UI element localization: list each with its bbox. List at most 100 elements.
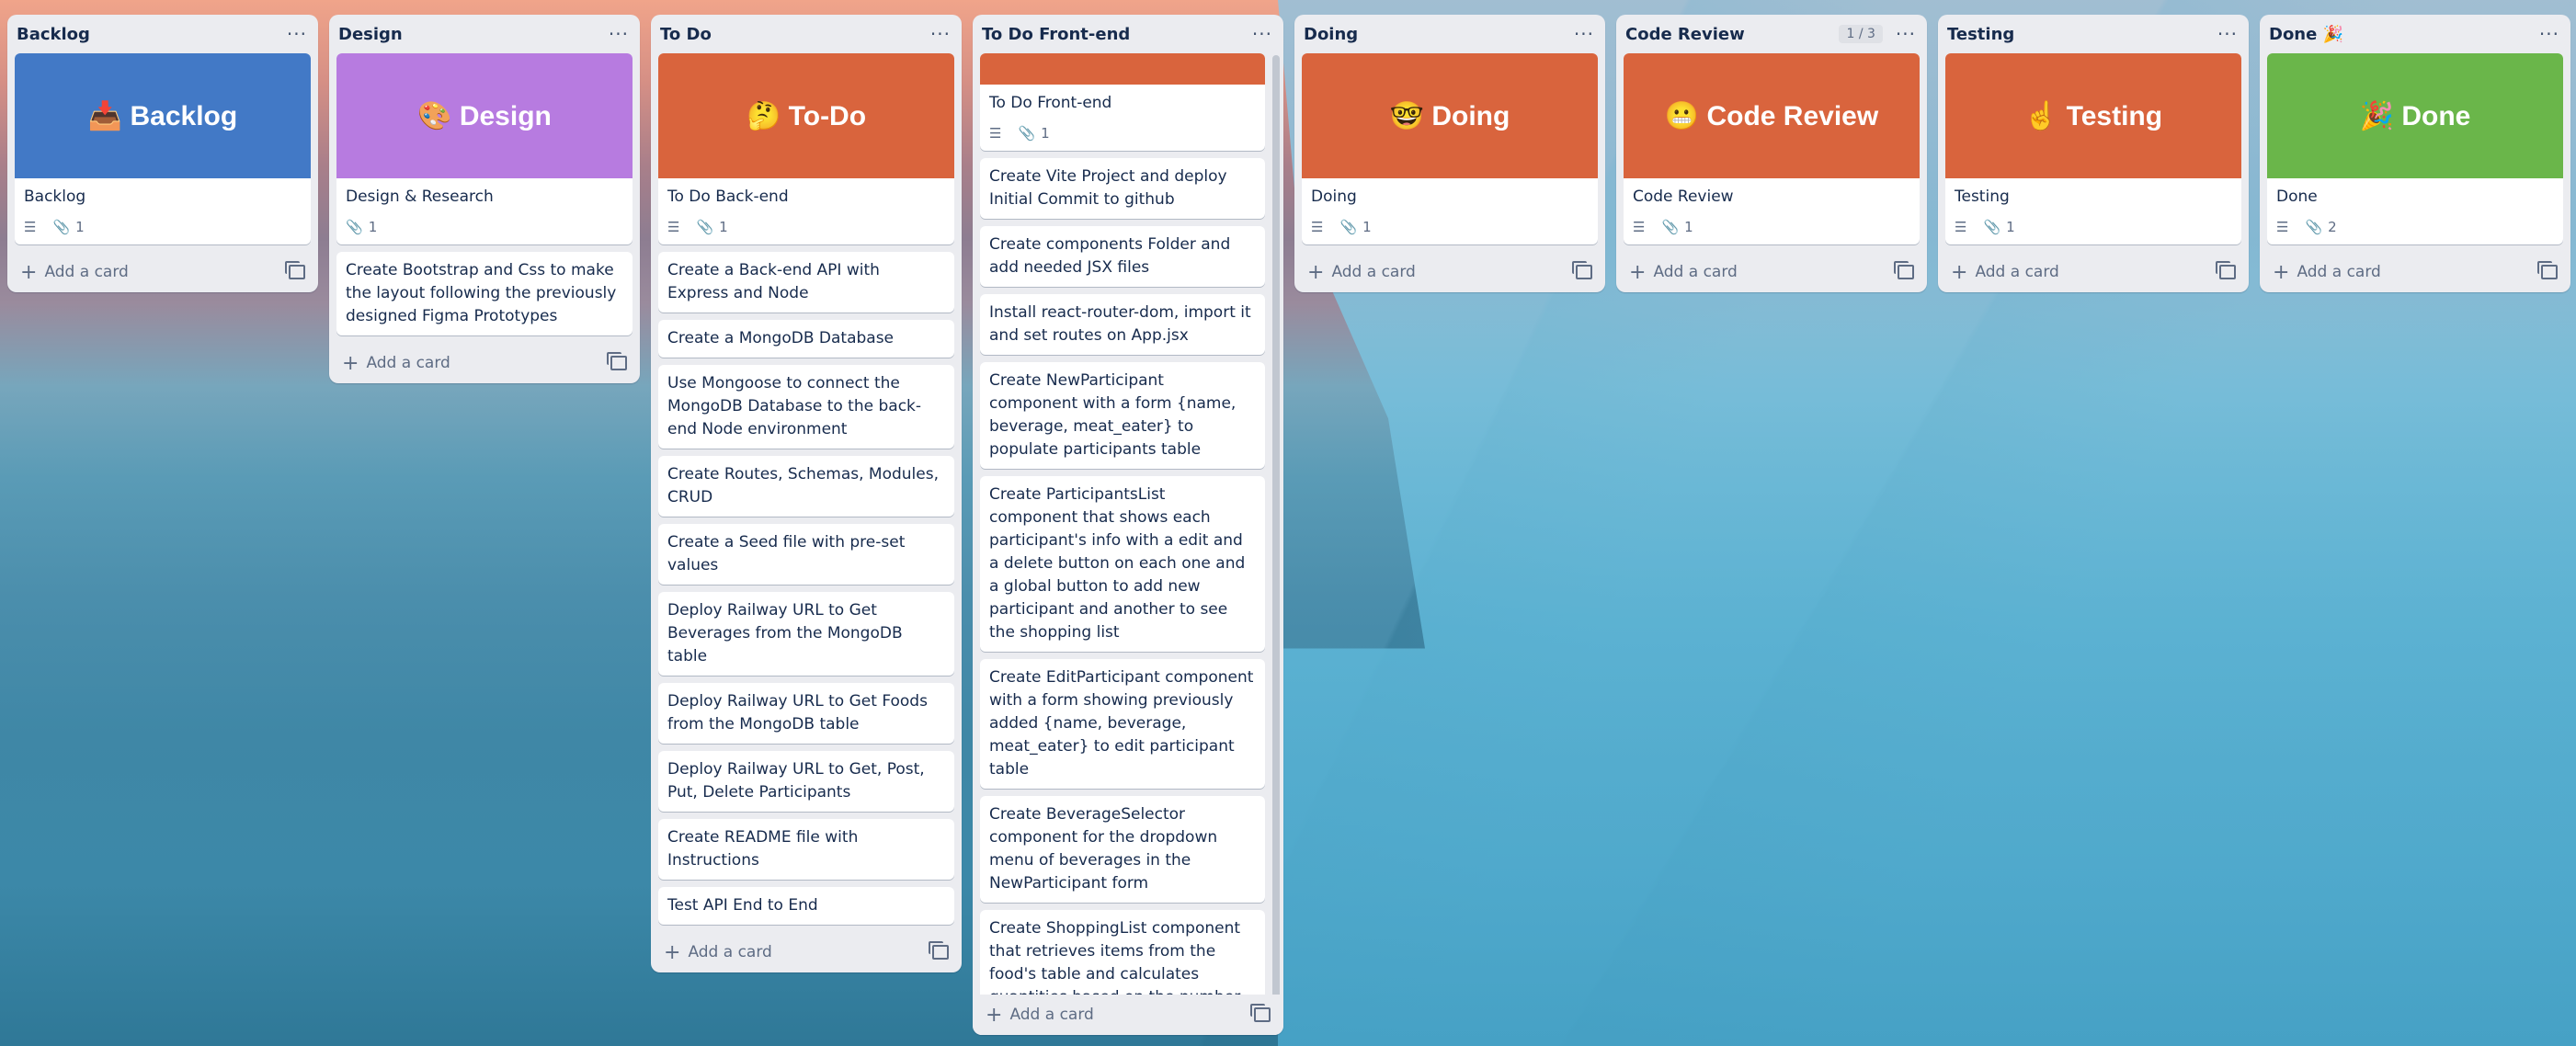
add-card-button[interactable]: Add a card: [1331, 263, 1576, 281]
list-card[interactable]: Create ParticipantsList component that s…: [980, 476, 1265, 652]
list-card[interactable]: Install react-router-dom, import it and …: [980, 294, 1265, 355]
list-card[interactable]: Create README file with Instructions: [658, 819, 954, 880]
list-menu-icon[interactable]: ···: [1574, 23, 1594, 45]
card-template-icon[interactable]: [607, 352, 627, 370]
list-title[interactable]: Design: [338, 25, 609, 44]
cover-card[interactable]: 😬 Code Review Code Review ☰ 📎 1: [1624, 53, 1920, 244]
attachment-count: 1: [2006, 219, 2015, 235]
card-title: Create a Back-end API with Express and N…: [667, 261, 880, 302]
plus-icon[interactable]: +: [2273, 261, 2289, 284]
list-card[interactable]: Create a Back-end API with Express and N…: [658, 252, 954, 313]
list-card[interactable]: Test API End to End: [658, 887, 954, 925]
list-card[interactable]: Create a Seed file with pre-set values: [658, 524, 954, 585]
list-title[interactable]: To Do: [660, 25, 930, 44]
list-header: To Do ···: [651, 15, 962, 53]
add-card-row: + Add a card: [651, 932, 962, 972]
list-card[interactable]: Create components Folder and add needed …: [980, 226, 1265, 287]
plus-icon[interactable]: +: [664, 941, 680, 964]
card-badges: ☰ 📎 1: [658, 216, 954, 244]
card-title: Create ParticipantsList component that s…: [989, 485, 1246, 642]
list-testing: Testing ··· ☝️ Testing Testing ☰ 📎 1 + A…: [1938, 15, 2249, 292]
card-title: Create a Seed file with pre-set values: [667, 533, 906, 574]
plus-icon[interactable]: +: [342, 352, 359, 375]
list-done: Done 🎉 ··· 🎉 Done Done ☰ 📎 2 + Add a car…: [2260, 15, 2570, 292]
list-title[interactable]: Done 🎉: [2269, 25, 2539, 44]
list-card[interactable]: Create EditParticipant component with a …: [980, 659, 1265, 789]
cover-card[interactable]: 📥 Backlog Backlog ☰ 📎 1: [15, 53, 311, 244]
card-title: Create Routes, Schemas, Modules, CRUD: [667, 465, 939, 506]
cover-card[interactable]: 🎉 Done Done ☰ 📎 2: [2267, 53, 2563, 244]
add-card-row: + Add a card: [329, 343, 640, 383]
list-menu-icon[interactable]: ···: [2539, 23, 2559, 45]
add-card-button[interactable]: Add a card: [366, 354, 610, 372]
description-icon: ☰: [2276, 219, 2289, 235]
add-card-button[interactable]: Add a card: [1975, 263, 2219, 281]
cover-card[interactable]: 🤓 Doing Doing ☰ 📎 1: [1302, 53, 1598, 244]
attachment-icon: 📎: [1018, 125, 1036, 142]
card-badges: ☰ 📎 1: [1624, 216, 1920, 244]
card-template-icon[interactable]: [1250, 1004, 1271, 1022]
cover-card[interactable]: To Do Front-end ☰ 📎 1: [980, 53, 1265, 151]
plus-icon[interactable]: +: [1307, 261, 1324, 284]
list-title[interactable]: Backlog: [17, 25, 287, 44]
card-title: To Do Front-end: [989, 94, 1112, 112]
list-menu-icon[interactable]: ···: [930, 23, 951, 45]
card-badges: ☰ 📎 1: [980, 122, 1265, 151]
list-title[interactable]: Testing: [1947, 25, 2217, 44]
cover-card[interactable]: ☝️ Testing Testing ☰ 📎 1: [1945, 53, 2241, 244]
card-cover: 😬 Code Review: [1624, 53, 1920, 178]
list-card[interactable]: Create NewParticipant component with a f…: [980, 362, 1265, 469]
list-card[interactable]: Deploy Railway URL to Get Beverages from…: [658, 592, 954, 676]
list-card[interactable]: Create Routes, Schemas, Modules, CRUD: [658, 456, 954, 517]
description-icon: ☰: [1311, 219, 1324, 235]
list-card[interactable]: Create a MongoDB Database: [658, 320, 954, 358]
card-badges: ☰ 📎 1: [15, 216, 311, 244]
attachment-count: 1: [1362, 219, 1372, 235]
plus-icon[interactable]: +: [20, 261, 37, 284]
list-menu-icon[interactable]: ···: [609, 23, 629, 45]
list-card[interactable]: Deploy Railway URL to Get, Post, Put, De…: [658, 751, 954, 812]
plus-icon[interactable]: +: [1951, 261, 1967, 284]
list-header: Doing ···: [1294, 15, 1605, 53]
list-backlog: Backlog ··· 📥 Backlog Backlog ☰ 📎 1 + Ad…: [7, 15, 318, 292]
list-card[interactable]: Create Vite Project and deploy Initial C…: [980, 158, 1265, 219]
attachment-icon: 📎: [346, 219, 363, 235]
card-title: Doing: [1311, 188, 1357, 206]
add-card-row: + Add a card: [1938, 252, 2249, 292]
card-template-icon[interactable]: [285, 261, 305, 279]
add-card-button[interactable]: Add a card: [688, 943, 932, 961]
card-template-icon[interactable]: [1894, 261, 1914, 279]
cover-card[interactable]: 🤔 To-Do To Do Back-end ☰ 📎 1: [658, 53, 954, 244]
attachment-icon: 📎: [696, 219, 714, 235]
attachment-count: 1: [719, 219, 728, 235]
add-card-button[interactable]: Add a card: [2297, 263, 2541, 281]
cover-card[interactable]: 🎨 Design Design & Research 📎 1: [336, 53, 633, 244]
card-template-icon[interactable]: [929, 941, 949, 960]
card-template-icon[interactable]: [1572, 261, 1592, 279]
add-card-button[interactable]: Add a card: [44, 263, 289, 281]
add-card-button[interactable]: Add a card: [1009, 1006, 1254, 1024]
card-template-icon[interactable]: [2537, 261, 2558, 279]
list-menu-icon[interactable]: ···: [2217, 23, 2238, 45]
card-cover: 🎨 Design: [336, 53, 633, 178]
card-template-icon[interactable]: [2216, 261, 2236, 279]
list-menu-icon[interactable]: ···: [1252, 23, 1272, 45]
add-card-button[interactable]: Add a card: [1653, 263, 1898, 281]
list-card[interactable]: Use Mongoose to connect the MongoDB Data…: [658, 365, 954, 449]
board: Backlog ··· 📥 Backlog Backlog ☰ 📎 1 + Ad…: [0, 0, 2576, 1046]
list-scrollbar[interactable]: [1272, 55, 1280, 998]
list-menu-icon[interactable]: ···: [287, 23, 307, 45]
plus-icon[interactable]: +: [986, 1004, 1002, 1027]
description-icon: ☰: [989, 125, 1002, 142]
list-title[interactable]: Doing: [1304, 25, 1574, 44]
plus-icon[interactable]: +: [1629, 261, 1646, 284]
list-card[interactable]: Create BeverageSelector component for th…: [980, 796, 1265, 903]
list-menu-icon[interactable]: ···: [1896, 23, 1916, 45]
add-card-row: + Add a card: [1616, 252, 1927, 292]
list-card[interactable]: Create Bootstrap and Css to make the lay…: [336, 252, 633, 335]
list-title[interactable]: Code Review: [1625, 25, 1839, 44]
card-title: Testing: [1955, 188, 2010, 206]
list-title[interactable]: To Do Front-end: [982, 25, 1252, 44]
list-card[interactable]: Deploy Railway URL to Get Foods from the…: [658, 683, 954, 744]
card-cover: ☝️ Testing: [1945, 53, 2241, 178]
